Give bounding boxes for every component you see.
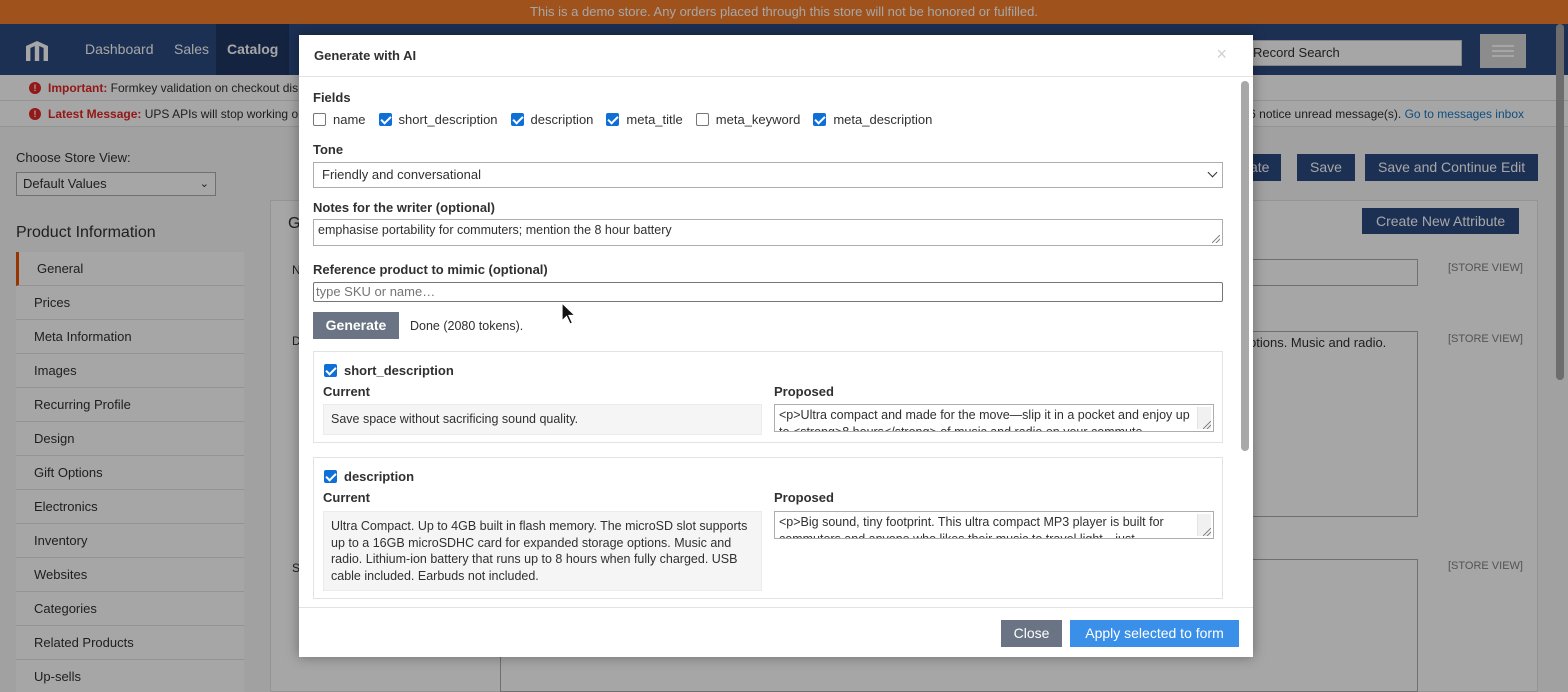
modal-title: Generate with AI [314, 48, 417, 63]
close-icon[interactable]: × [1216, 44, 1227, 65]
field-option-meta-description[interactable]: meta_description [813, 112, 932, 127]
resize-handle-icon[interactable] [1203, 528, 1211, 536]
result-card-header: description [324, 469, 414, 484]
apply-selected-button[interactable]: Apply selected to form [1070, 620, 1239, 647]
tone-select[interactable]: Friendly and conversational [313, 162, 1223, 188]
checkbox-short-description[interactable] [378, 112, 392, 126]
modal-header: Generate with AI × [299, 35, 1253, 77]
notes-value: emphasise portability for commuters; men… [318, 223, 672, 237]
result-checkbox-description[interactable] [324, 470, 337, 483]
resize-handle-icon[interactable] [1212, 235, 1220, 243]
result-card-short-description: short_description Current Proposed Save … [313, 351, 1223, 443]
checkbox-meta-title[interactable] [606, 112, 620, 126]
tone-label: Tone [313, 142, 344, 157]
result-field-name: short_description [344, 363, 454, 378]
proposed-value: <p>Big sound, tiny footprint. This ultra… [779, 515, 1164, 539]
result-checkbox-short-description[interactable] [324, 364, 337, 377]
field-option-label: description [530, 111, 594, 127]
field-option-label: name [333, 111, 366, 127]
generate-button[interactable]: Generate [313, 312, 399, 339]
reference-product-input[interactable]: type SKU or name… [313, 282, 1223, 302]
result-card-description: description Current Proposed Ultra Compa… [313, 457, 1223, 599]
result-field-name: description [344, 469, 415, 484]
modal-footer: Close Apply selected to form [299, 607, 1253, 657]
modal-body: Fields name short_description descriptio… [299, 77, 1253, 607]
proposed-label: Proposed [774, 384, 834, 399]
current-label: Current [323, 490, 370, 505]
checkbox-meta-description[interactable] [813, 112, 827, 126]
fields-checkbox-group: name short_description description meta_… [313, 111, 945, 127]
proposed-label: Proposed [774, 490, 834, 505]
field-option-meta-keyword[interactable]: meta_keyword [695, 111, 801, 127]
field-option-meta-title[interactable]: meta_title [606, 111, 683, 127]
proposed-value: <p>Ultra compact and made for the move—s… [779, 408, 1190, 432]
field-option-name[interactable]: name [313, 112, 366, 127]
tone-value: Friendly and conversational [322, 167, 481, 182]
field-option-short-description[interactable]: short_description [378, 111, 498, 127]
generate-ai-modal: Generate with AI × Fields name short_des… [299, 35, 1253, 657]
field-option-description[interactable]: description [510, 111, 594, 127]
close-button[interactable]: Close [1001, 620, 1062, 647]
proposed-textarea[interactable]: <p>Big sound, tiny footprint. This ultra… [774, 511, 1214, 539]
resize-handle-icon[interactable] [1203, 421, 1211, 429]
current-label: Current [323, 384, 370, 399]
field-option-label: meta_description [833, 111, 933, 127]
field-option-label: meta_title [626, 111, 683, 127]
checkbox-meta-keyword[interactable] [695, 112, 709, 126]
current-value: Save space without sacrificing sound qua… [323, 404, 762, 435]
checkbox-name[interactable] [313, 112, 326, 126]
notes-label: Notes for the writer (optional) [313, 200, 495, 215]
reference-label: Reference product to mimic (optional) [313, 262, 548, 277]
proposed-textarea[interactable]: <p>Ultra compact and made for the move—s… [774, 404, 1214, 432]
chevron-down-icon [1207, 167, 1218, 178]
page-scrollbar[interactable] [1556, 24, 1564, 380]
fields-label: Fields [313, 90, 351, 105]
field-option-label: short_description [398, 111, 498, 127]
current-value: Ultra Compact. Up to 4GB built in flash … [323, 511, 762, 591]
generation-status: Done (2080 tokens). [410, 319, 524, 333]
result-card-header: short_description [324, 363, 454, 378]
modal-scrollbar[interactable] [1241, 81, 1249, 451]
checkbox-description[interactable] [510, 112, 524, 126]
notes-textarea[interactable]: emphasise portability for commuters; men… [313, 219, 1223, 246]
field-option-label: meta_keyword [715, 111, 801, 127]
